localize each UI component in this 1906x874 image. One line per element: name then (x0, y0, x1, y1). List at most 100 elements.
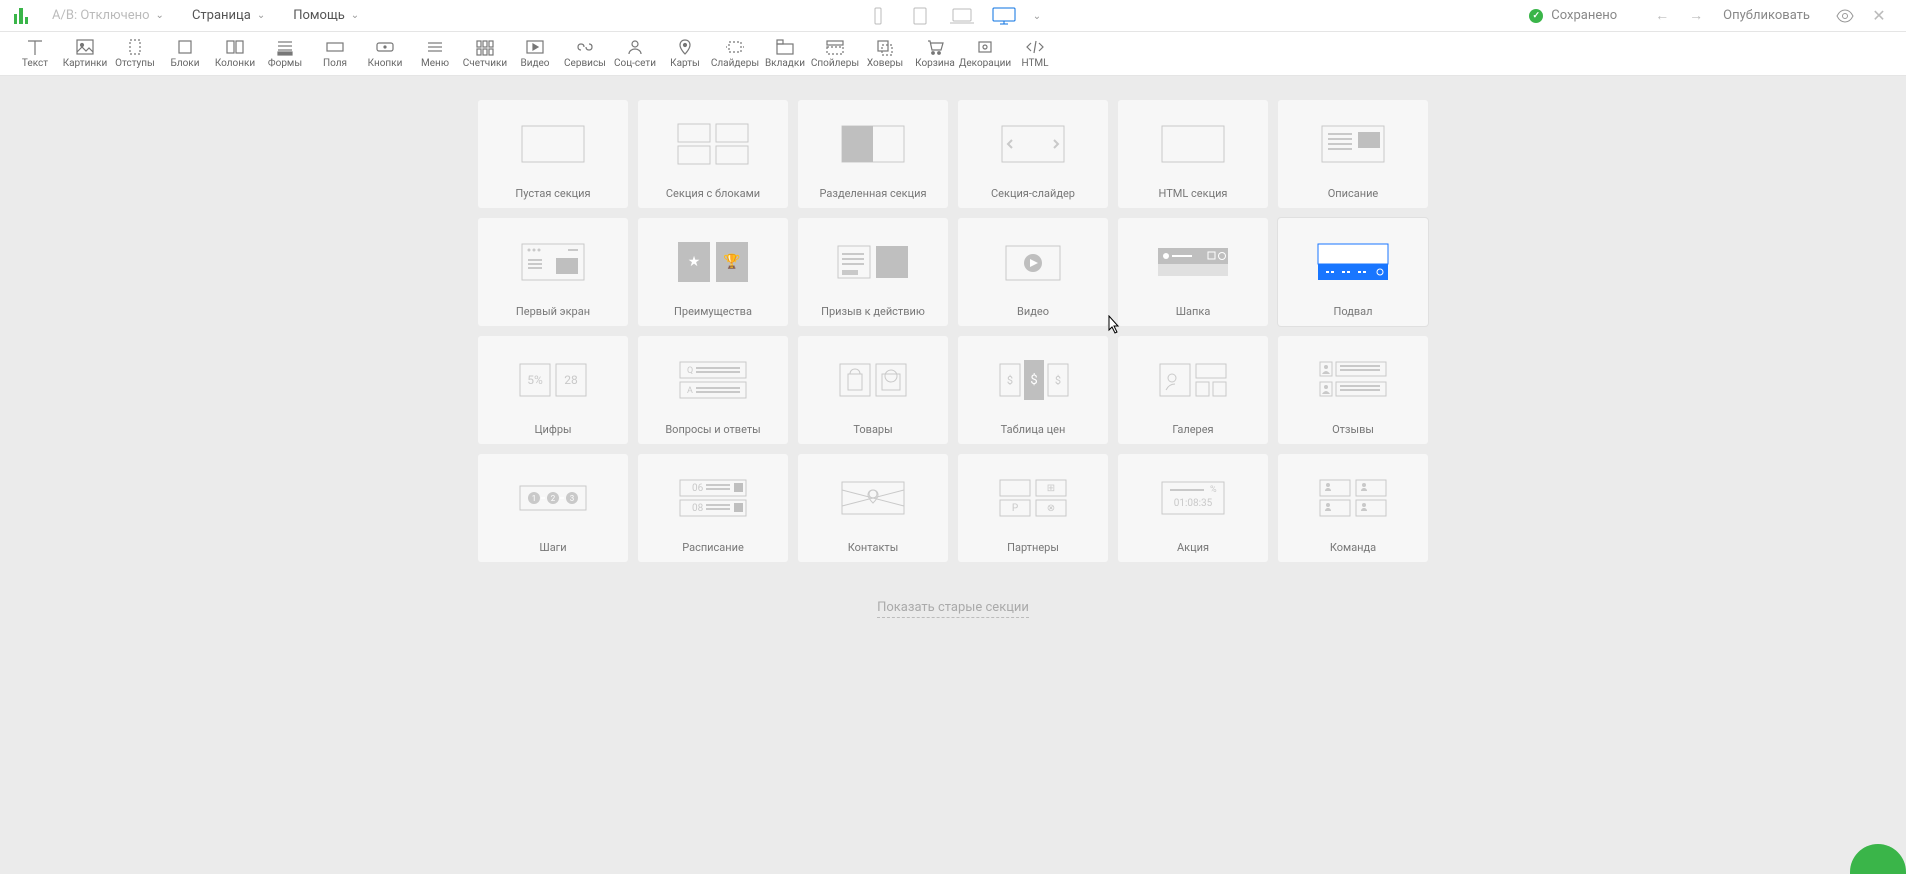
tool-services[interactable]: Сервисы (560, 38, 610, 69)
tool-counters[interactable]: Счетчики (460, 38, 510, 69)
tool-fields[interactable]: Поля (310, 38, 360, 69)
section-card-split[interactable]: Разделенная секция (798, 100, 948, 208)
section-card-pricing[interactable]: $$$Таблица цен (958, 336, 1108, 444)
section-card-header[interactable]: Шапка (1118, 218, 1268, 326)
tool-blocks[interactable]: Блоки (160, 38, 210, 69)
section-card-empty[interactable]: Пустая секция (478, 100, 628, 208)
section-card-slider[interactable]: Секция-слайдер (958, 100, 1108, 208)
svg-text:⊗: ⊗ (1047, 503, 1055, 514)
section-card-advantages[interactable]: ★🏆Преимущества (638, 218, 788, 326)
redo-button[interactable]: → (1683, 3, 1709, 29)
card-preview (798, 336, 948, 423)
chevron-down-icon: ⌄ (257, 10, 265, 21)
tool-forms[interactable]: Формы (260, 38, 310, 69)
tool-video[interactable]: Видео (510, 38, 560, 69)
tool-label: Формы (268, 58, 302, 69)
section-card-html[interactable]: HTML секция (1118, 100, 1268, 208)
section-card-partners[interactable]: ⊞P⊗Партнеры (958, 454, 1108, 562)
tool-images[interactable]: Картинки (60, 38, 110, 69)
spacing-icon (125, 38, 145, 56)
card-label: Галерея (1172, 423, 1213, 444)
card-label: Отзывы (1332, 423, 1374, 444)
tool-buttons[interactable]: Кнопки (360, 38, 410, 69)
card-label: Команда (1330, 541, 1376, 562)
tool-label: Видео (520, 58, 549, 69)
section-card-products[interactable]: Товары (798, 336, 948, 444)
device-desktop-icon[interactable] (983, 0, 1025, 32)
card-label: Контакты (848, 541, 899, 562)
section-card-contacts[interactable]: Контакты (798, 454, 948, 562)
toolbar: ТекстКартинки Отступы БлокиКолонки Формы Пол… (0, 32, 1906, 76)
topbar: A/B: Отключено ⌄ Страница ⌄ Помощь ⌄ ⌄ ✓… (0, 0, 1906, 32)
card-label: Пустая секция (515, 187, 590, 208)
device-more-icon[interactable]: ⌄ (1025, 0, 1049, 32)
card-preview (1118, 336, 1268, 423)
section-card-steps[interactable]: 123Шаги (478, 454, 628, 562)
ab-menu[interactable]: A/B: Отключено ⌄ (52, 8, 164, 23)
card-label: Описание (1328, 187, 1379, 208)
tool-html[interactable]: HTML (1010, 38, 1060, 69)
page-label: Страница (192, 8, 251, 23)
logo-icon[interactable] (14, 8, 30, 24)
chevron-down-icon: ⌄ (156, 10, 164, 21)
tool-sliders[interactable]: Слайдеры (710, 38, 760, 69)
tool-spacing[interactable]: Отступы (110, 38, 160, 69)
section-card-cta[interactable]: Призыв к действию (798, 218, 948, 326)
card-preview (798, 218, 948, 305)
device-tablet-icon[interactable] (899, 0, 941, 32)
svg-text:⊞: ⊞ (1047, 483, 1055, 494)
device-phone-icon[interactable] (857, 0, 899, 32)
tool-cart[interactable]: Корзина (910, 38, 960, 69)
tool-social[interactable]: Соц-сети (610, 38, 660, 69)
tool-tabs[interactable]: Вкладки (760, 38, 810, 69)
svg-text:$: $ (1007, 374, 1013, 387)
preview-icon[interactable] (1832, 3, 1858, 29)
section-card-footer[interactable]: Подвал (1278, 218, 1428, 326)
card-preview (478, 100, 628, 187)
ab-label: A/B: Отключено (52, 8, 150, 23)
undo-button[interactable]: ← (1649, 3, 1675, 29)
section-card-first[interactable]: Первый экран (478, 218, 628, 326)
section-card-schedule[interactable]: 0608Расписание (638, 454, 788, 562)
publish-button[interactable]: Опубликовать (1723, 8, 1810, 23)
tabs-icon (775, 38, 795, 56)
chat-fab[interactable] (1850, 844, 1906, 874)
tool-label: Отступы (115, 58, 155, 69)
section-card-reviews[interactable]: Отзывы (1278, 336, 1428, 444)
tool-columns[interactable]: Колонки (210, 38, 260, 69)
section-card-blocks[interactable]: Секция с блоками (638, 100, 788, 208)
card-label: Секция с блоками (666, 187, 760, 208)
card-label: Первый экран (516, 305, 590, 326)
tool-decorations[interactable]: Декорации (960, 38, 1010, 69)
tool-hovers[interactable]: Ховеры (860, 38, 910, 69)
tool-maps[interactable]: Карты (660, 38, 710, 69)
section-card-faq[interactable]: QAВопросы и ответы (638, 336, 788, 444)
social-icon (625, 38, 645, 56)
help-menu[interactable]: Помощь ⌄ (293, 8, 359, 23)
section-card-gallery[interactable]: Галерея (1118, 336, 1268, 444)
section-card-video[interactable]: Видео (958, 218, 1108, 326)
svg-text:$: $ (1030, 373, 1037, 388)
hovers-icon (875, 38, 895, 56)
tool-label: Поля (323, 58, 347, 69)
card-label: Шаги (539, 541, 566, 562)
device-laptop-icon[interactable] (941, 0, 983, 32)
card-preview (958, 100, 1108, 187)
tool-spoilers[interactable]: Спойлеры (810, 38, 860, 69)
show-old-link[interactable]: Показать старые секции (877, 600, 1029, 618)
close-icon[interactable]: ✕ (1866, 3, 1892, 29)
tool-menu[interactable]: Меню (410, 38, 460, 69)
card-preview (638, 100, 788, 187)
card-label: HTML секция (1159, 187, 1228, 208)
section-card-team[interactable]: Команда (1278, 454, 1428, 562)
svg-text:🏆: 🏆 (723, 253, 741, 270)
card-preview (798, 454, 948, 541)
section-card-promo[interactable]: %01:08:35Акция (1118, 454, 1268, 562)
chevron-down-icon: ⌄ (351, 10, 359, 21)
card-label: Преимущества (674, 305, 752, 326)
section-card-description[interactable]: Описание (1278, 100, 1428, 208)
tool-text[interactable]: Текст (10, 38, 60, 69)
svg-text:2: 2 (551, 494, 556, 503)
page-menu[interactable]: Страница ⌄ (192, 8, 265, 23)
section-card-numbers[interactable]: 5%28Цифры (478, 336, 628, 444)
